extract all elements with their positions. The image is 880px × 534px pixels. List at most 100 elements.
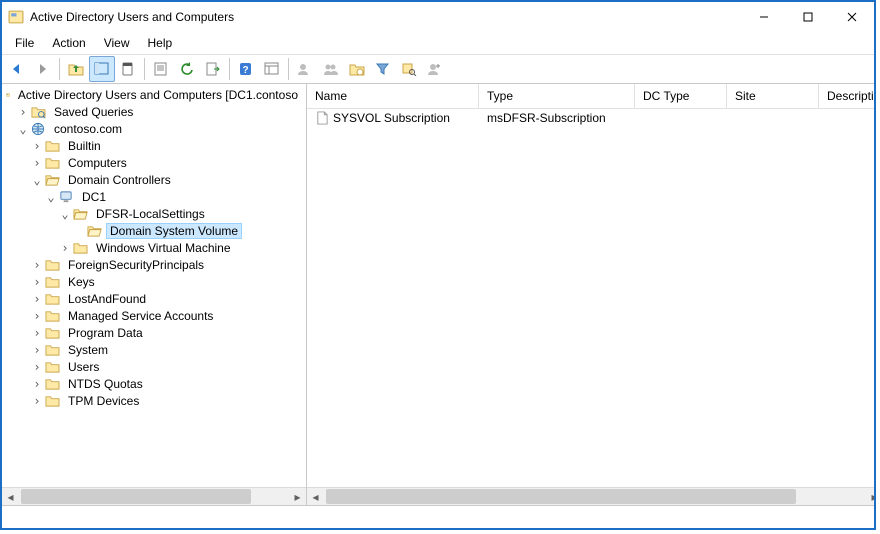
list-body[interactable]: SYSVOL Subscription msDFSR-Subscription (307, 109, 876, 487)
body: Active Directory Users and Computers [DC… (2, 84, 874, 505)
tree-foreign-security-principals[interactable]: › ForeignSecurityPrincipals (2, 256, 306, 273)
tree-managed-service-accounts[interactable]: › Managed Service Accounts (2, 307, 306, 324)
collapse-icon[interactable]: ⌄ (16, 122, 30, 136)
scroll-left-icon[interactable]: ◂ (307, 488, 324, 505)
details-button[interactable] (259, 56, 285, 82)
tree-root[interactable]: Active Directory Users and Computers [DC… (2, 86, 306, 103)
tree-builtin[interactable]: › Builtin (2, 137, 306, 154)
col-description[interactable]: Description (819, 84, 876, 108)
folder-open-icon (44, 173, 60, 187)
menu-view[interactable]: View (95, 34, 139, 52)
window-title: Active Directory Users and Computers (30, 10, 234, 24)
row-name: SYSVOL Subscription (333, 111, 450, 125)
tree-tpm-devices[interactable]: › TPM Devices (2, 392, 306, 409)
menu-action[interactable]: Action (43, 34, 94, 52)
tree-domain-system-volume[interactable]: Domain System Volume (2, 222, 306, 239)
collapse-icon[interactable]: ⌄ (30, 173, 44, 187)
expand-icon[interactable]: › (30, 360, 44, 374)
tree[interactable]: Active Directory Users and Computers [DC… (2, 84, 306, 487)
up-button[interactable] (63, 56, 89, 82)
close-button[interactable] (830, 3, 874, 31)
tree-system[interactable]: › System (2, 341, 306, 358)
new-group-button[interactable] (318, 56, 344, 82)
folder-open-icon (86, 224, 102, 238)
tree-domain[interactable]: ⌄ contoso.com (2, 120, 306, 137)
list-row[interactable]: SYSVOL Subscription msDFSR-Subscription (307, 109, 876, 127)
properties-button[interactable] (148, 56, 174, 82)
folder-open-icon (72, 207, 88, 221)
expand-icon[interactable]: › (30, 139, 44, 153)
folder-icon (44, 156, 60, 170)
row-type: msDFSR-Subscription (487, 111, 606, 125)
folder-icon (44, 360, 60, 374)
menu-help[interactable]: Help (139, 34, 182, 52)
tree-hscroll[interactable]: ◂ ▸ (2, 487, 306, 505)
saved-queries-icon (30, 105, 46, 119)
expand-icon[interactable]: › (30, 394, 44, 408)
folder-icon (72, 241, 88, 255)
refresh-button[interactable] (174, 56, 200, 82)
scroll-right-icon[interactable]: ▸ (289, 488, 306, 505)
expand-icon[interactable]: › (16, 105, 30, 119)
scroll-right-icon[interactable]: ▸ (866, 488, 876, 505)
domain-icon (30, 122, 46, 136)
tree-saved-queries[interactable]: › Saved Queries (2, 103, 306, 120)
titlebar: Active Directory Users and Computers (2, 2, 874, 32)
list-hscroll[interactable]: ◂ ▸ (307, 487, 876, 505)
new-ou-button[interactable] (344, 56, 370, 82)
maximize-button[interactable] (786, 3, 830, 31)
tree-domain-controllers[interactable]: ⌄ Domain Controllers (2, 171, 306, 188)
column-headers: Name Type DC Type Site Description (307, 84, 876, 109)
expand-icon[interactable]: › (30, 326, 44, 340)
expand-icon[interactable]: › (58, 241, 72, 255)
tree-users[interactable]: › Users (2, 358, 306, 375)
forward-button[interactable] (30, 56, 56, 82)
back-button[interactable] (4, 56, 30, 82)
tree-dfsr[interactable]: ⌄ DFSR-LocalSettings (2, 205, 306, 222)
col-type[interactable]: Type (479, 84, 635, 108)
col-name[interactable]: Name (307, 84, 479, 108)
show-hide-tree-button[interactable] (89, 56, 115, 82)
folder-icon (44, 275, 60, 289)
expand-icon[interactable]: › (30, 292, 44, 306)
help-button[interactable]: ? (233, 56, 259, 82)
expand-icon[interactable]: › (30, 156, 44, 170)
aduc-window: Active Directory Users and Computers Fil… (0, 0, 876, 530)
export-button[interactable] (200, 56, 226, 82)
folder-icon (44, 258, 60, 272)
find-button[interactable] (396, 56, 422, 82)
cut-button[interactable] (115, 56, 141, 82)
folder-icon (44, 139, 60, 153)
toolbar: ? (2, 55, 874, 84)
expand-icon[interactable]: › (30, 343, 44, 357)
object-icon (315, 111, 329, 125)
filter-button[interactable] (370, 56, 396, 82)
menubar: File Action View Help (2, 32, 874, 55)
tree-windows-virtual-machine[interactable]: › Windows Virtual Machine (2, 239, 306, 256)
minimize-button[interactable] (742, 3, 786, 31)
folder-icon (44, 326, 60, 340)
tree-ntds-quotas[interactable]: › NTDS Quotas (2, 375, 306, 392)
col-site[interactable]: Site (727, 84, 819, 108)
tree-keys[interactable]: › Keys (2, 273, 306, 290)
expand-icon[interactable]: › (30, 258, 44, 272)
add-to-group-button[interactable] (422, 56, 448, 82)
tree-computers[interactable]: › Computers (2, 154, 306, 171)
collapse-icon[interactable]: ⌄ (44, 190, 58, 204)
tree-program-data[interactable]: › Program Data (2, 324, 306, 341)
col-dc-type[interactable]: DC Type (635, 84, 727, 108)
tree-dc1[interactable]: ⌄ DC1 (2, 188, 306, 205)
expand-icon[interactable]: › (30, 309, 44, 323)
folder-icon (44, 343, 60, 357)
new-user-button[interactable] (292, 56, 318, 82)
list-pane: Name Type DC Type Site Description SYSVO… (307, 84, 876, 505)
expand-icon[interactable]: › (30, 275, 44, 289)
menu-file[interactable]: File (6, 34, 43, 52)
scroll-left-icon[interactable]: ◂ (2, 488, 19, 505)
folder-icon (44, 377, 60, 391)
tree-lost-and-found[interactable]: › LostAndFound (2, 290, 306, 307)
svg-text:?: ? (242, 65, 248, 76)
collapse-icon[interactable]: ⌄ (58, 207, 72, 221)
tree-pane: Active Directory Users and Computers [DC… (2, 84, 307, 505)
expand-icon[interactable]: › (30, 377, 44, 391)
